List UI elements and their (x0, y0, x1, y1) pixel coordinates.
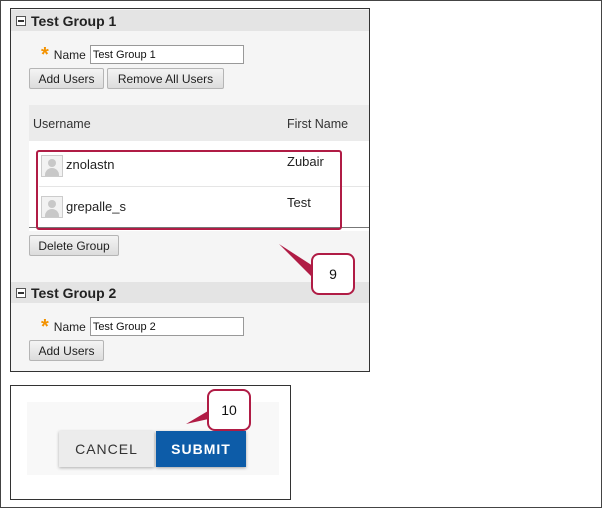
rows-highlight-box (36, 150, 342, 230)
required-asterisk-icon: * (41, 43, 49, 66)
group-2-name-label: Name (53, 319, 86, 334)
group-1-remove-all-users-button[interactable]: Remove All Users (107, 68, 224, 89)
group-1-header: Test Group 1 (11, 10, 369, 31)
required-asterisk-icon: * (41, 315, 49, 338)
column-header-username[interactable]: Username (33, 117, 91, 131)
group-2-name-input[interactable] (89, 317, 244, 336)
group-2-add-users-button[interactable]: Add Users (29, 340, 104, 361)
callout-10: 10 (207, 389, 251, 431)
group-1-name-label: Name (53, 47, 86, 62)
delete-group-button[interactable]: Delete Group (29, 235, 119, 256)
callout-9: 9 (311, 253, 355, 295)
group-2-name-row: * Name (41, 315, 244, 338)
collapse-icon[interactable] (16, 15, 26, 26)
table-header: Username First Name (29, 105, 369, 141)
submit-button[interactable]: SUBMIT (156, 431, 246, 467)
group-1-title: Test Group 1 (31, 12, 117, 29)
column-header-first-name[interactable]: First Name (287, 117, 348, 131)
group-1-name-input[interactable] (89, 45, 244, 64)
group-1-name-row: * Name (41, 43, 244, 66)
groups-panel: Test Group 1 * Name Add Users Remove All… (10, 8, 370, 372)
group-2-title: Test Group 2 (31, 284, 117, 301)
group-1-add-users-button[interactable]: Add Users (29, 68, 104, 89)
cancel-button[interactable]: CANCEL (59, 431, 154, 467)
collapse-icon[interactable] (16, 287, 26, 298)
